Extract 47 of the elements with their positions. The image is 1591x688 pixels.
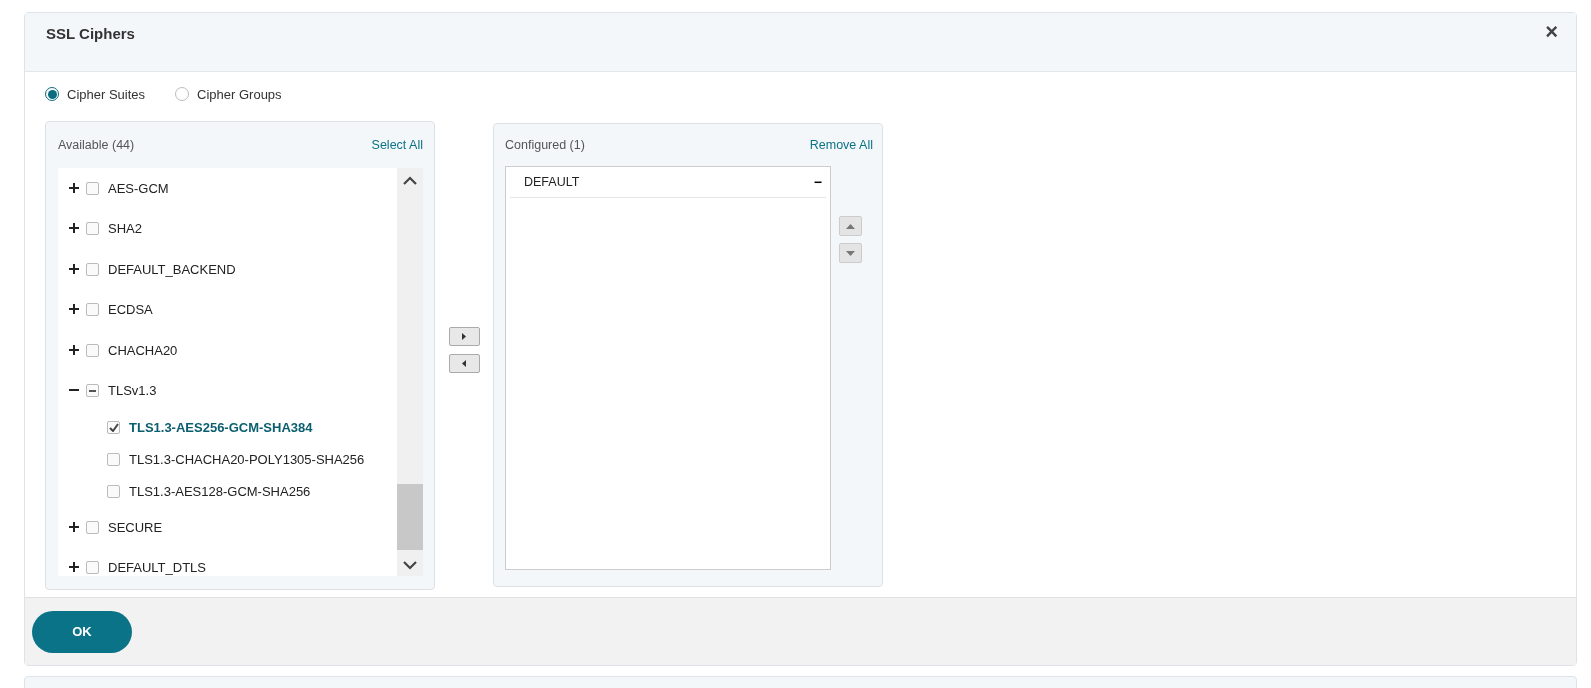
radio-option[interactable]: Cipher Suites	[45, 86, 146, 102]
remove-all-link[interactable]: Remove All	[809, 138, 873, 153]
checkbox[interactable]	[86, 303, 99, 317]
chevron-down-icon[interactable]	[403, 560, 417, 571]
checkbox[interactable]	[107, 452, 120, 466]
add-button[interactable]	[448, 327, 480, 347]
partial-checkbox[interactable]	[86, 384, 99, 398]
configured-item[interactable]: DEFAULT	[524, 175, 580, 190]
ok-button[interactable]: OK	[32, 610, 132, 653]
checkbox[interactable]	[107, 484, 120, 498]
remove-button[interactable]	[448, 354, 480, 374]
scrollbar[interactable]	[397, 168, 423, 577]
move-down-button[interactable]	[839, 243, 862, 264]
checkbox[interactable]	[86, 561, 99, 575]
triangle-left-icon	[462, 360, 466, 368]
cipher-group-label: DEFAULT_DTLS	[108, 560, 206, 576]
select-all-link[interactable]: Select All	[371, 138, 423, 153]
dialog-title: SSL Ciphers	[46, 25, 135, 42]
cipher-label: TLS1.3-AES128-GCM-SHA256	[129, 483, 311, 499]
scrollbar-thumb[interactable]	[397, 484, 423, 551]
cipher-label: TLS1.3-CHACHA20-POLY1305-SHA256	[129, 451, 365, 467]
cipher-group-label: TLSv1.3	[108, 383, 157, 399]
check-icon	[108, 422, 119, 432]
cipher-group-label: SHA2	[108, 221, 142, 237]
triangle-up-icon	[846, 223, 855, 229]
cipher-label: TLS1.3-AES256-GCM-SHA384	[129, 419, 313, 435]
remove-item-button[interactable]: −	[813, 174, 822, 191]
dash-icon	[89, 389, 96, 392]
cipher-group-label: ECDSA	[108, 302, 153, 318]
triangle-down-icon	[846, 250, 855, 256]
cipher-group-label: SECURE	[108, 519, 163, 535]
checkbox[interactable]	[86, 520, 99, 534]
checkbox[interactable]	[86, 262, 99, 276]
panel-title: Available (44)	[58, 138, 135, 153]
triangle-right-icon	[462, 333, 466, 341]
close-button[interactable]: ×	[1541, 21, 1562, 43]
chevron-up-icon[interactable]	[403, 176, 417, 187]
move-up-button[interactable]	[839, 216, 862, 237]
panel-title: Configured (1)	[505, 138, 585, 153]
checkbox[interactable]	[107, 420, 120, 434]
checkbox[interactable]	[86, 343, 99, 357]
checkbox[interactable]	[86, 222, 99, 236]
cipher-group-label: AES-GCM	[108, 180, 169, 196]
checkbox[interactable]	[86, 181, 99, 195]
radio-option[interactable]: Cipher Groups	[175, 86, 282, 102]
cipher-group-label: DEFAULT_BACKEND	[108, 261, 236, 277]
cipher-group-label: CHACHA20	[108, 342, 178, 358]
